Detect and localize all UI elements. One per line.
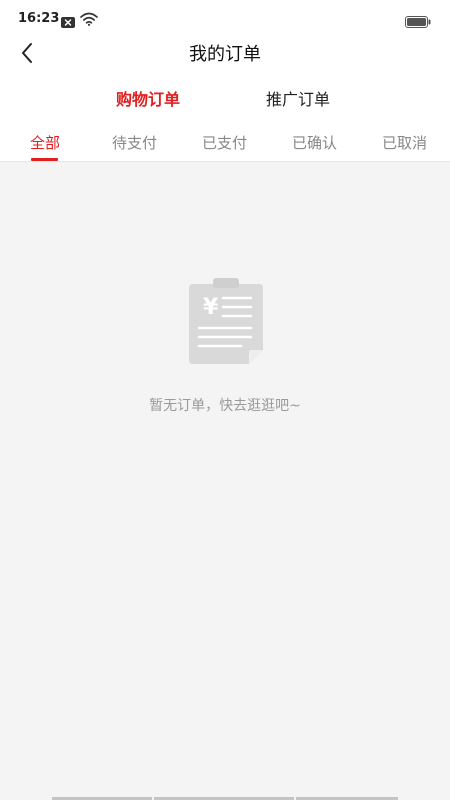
tab-confirmed[interactable]: 已确认 xyxy=(292,132,337,153)
empty-order-clipboard-icon: ¥ xyxy=(185,276,267,372)
svg-text:¥: ¥ xyxy=(203,295,219,320)
navigation-bar: 我的订单 xyxy=(0,38,450,68)
close-box-icon xyxy=(61,13,75,32)
order-header-panel: 16:23 我的订单 购物订单 推广订单 全部 待支付 已支付 已确认 已取消 xyxy=(0,0,450,162)
wifi-icon xyxy=(80,11,98,30)
status-bar: 16:23 xyxy=(0,0,450,38)
tab-pending-payment[interactable]: 待支付 xyxy=(112,132,157,153)
battery-icon xyxy=(405,13,431,32)
tab-all[interactable]: 全部 xyxy=(30,132,60,153)
tab-shopping-orders[interactable]: 购物订单 xyxy=(116,86,180,110)
active-tab-indicator xyxy=(31,158,58,161)
tab-promotion-orders[interactable]: 推广订单 xyxy=(266,86,330,110)
page-title: 我的订单 xyxy=(189,44,261,65)
empty-state-message: 暂无订单，快去逛逛吧~ xyxy=(149,398,301,414)
status-time: 16:23 xyxy=(18,11,60,26)
tab-cancelled[interactable]: 已取消 xyxy=(382,132,427,153)
tab-paid[interactable]: 已支付 xyxy=(202,132,247,153)
